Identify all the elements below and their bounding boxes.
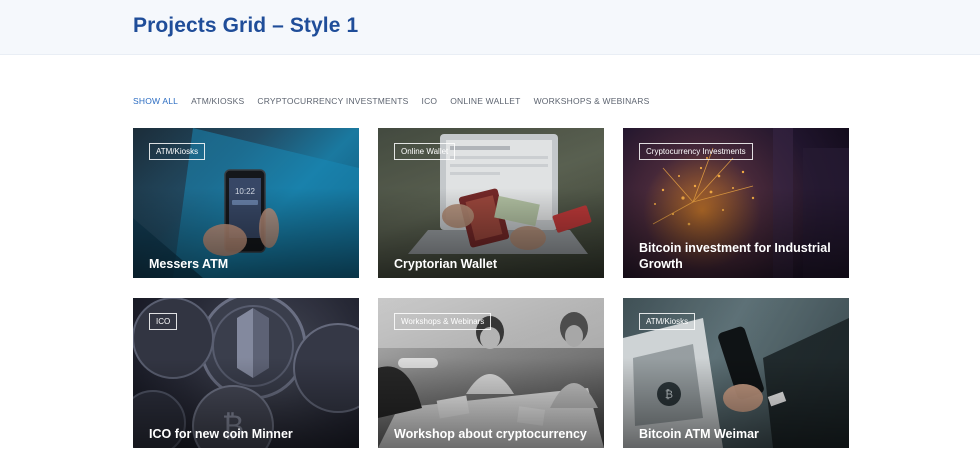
project-category-tag[interactable]: Workshops & Webinars — [394, 313, 492, 330]
projects-grid: 10:22 ATM/Kiosks Messers ATM — [133, 128, 849, 448]
project-title[interactable]: Bitcoin ATM Weimar — [639, 426, 835, 442]
filter-workshops-webinars[interactable]: WORKSHOPS & WEBINARS — [534, 96, 650, 106]
filter-show-all[interactable]: SHOW ALL — [133, 96, 178, 106]
project-category-tag[interactable]: ATM/Kiosks — [149, 143, 206, 160]
project-category-tag[interactable]: Online Wallet — [394, 143, 456, 160]
filter-ico[interactable]: ICO — [422, 96, 438, 106]
project-card-ico-coin-minner[interactable]: ₿ ICO ICO for new coin Minner — [133, 298, 359, 448]
filter-cryptocurrency-investments[interactable]: CRYPTOCURRENCY INVESTMENTS — [257, 96, 408, 106]
project-title[interactable]: ICO for new coin Minner — [149, 426, 345, 442]
filter-atm-kiosks[interactable]: ATM/KIOSKS — [191, 96, 244, 106]
project-title[interactable]: Cryptorian Wallet — [394, 256, 590, 272]
project-title[interactable]: Bitcoin investment for Industrial Growth — [639, 240, 835, 272]
project-category-tag[interactable]: ATM/Kiosks — [639, 313, 696, 330]
page-header: Projects Grid – Style 1 — [0, 0, 980, 55]
project-card-cryptorian-wallet[interactable]: Online Wallet Cryptorian Wallet — [378, 128, 604, 278]
filter-bar: SHOW ALL ATM/KIOSKS CRYPTOCURRENCY INVES… — [133, 96, 650, 106]
project-card-bitcoin-atm-weimar[interactable]: ₿ ATM/Kiosks Bitcoin ATM Weimar — [623, 298, 849, 448]
project-card-bitcoin-investment[interactable]: Cryptocurrency Investments Bitcoin inves… — [623, 128, 849, 278]
project-title[interactable]: Workshop about cryptocurrency — [394, 426, 590, 442]
page-title: Projects Grid – Style 1 — [133, 14, 359, 37]
filter-online-wallet[interactable]: ONLINE WALLET — [450, 96, 520, 106]
project-title[interactable]: Messers ATM — [149, 256, 345, 272]
project-card-workshop-cryptocurrency[interactable]: Workshops & Webinars Workshop about cryp… — [378, 298, 604, 448]
project-card-messers-atm[interactable]: 10:22 ATM/Kiosks Messers ATM — [133, 128, 359, 278]
page: Projects Grid – Style 1 SHOW ALL ATM/KIO… — [0, 0, 980, 471]
project-category-tag[interactable]: ICO — [149, 313, 178, 330]
project-category-tag[interactable]: Cryptocurrency Investments — [639, 143, 753, 160]
